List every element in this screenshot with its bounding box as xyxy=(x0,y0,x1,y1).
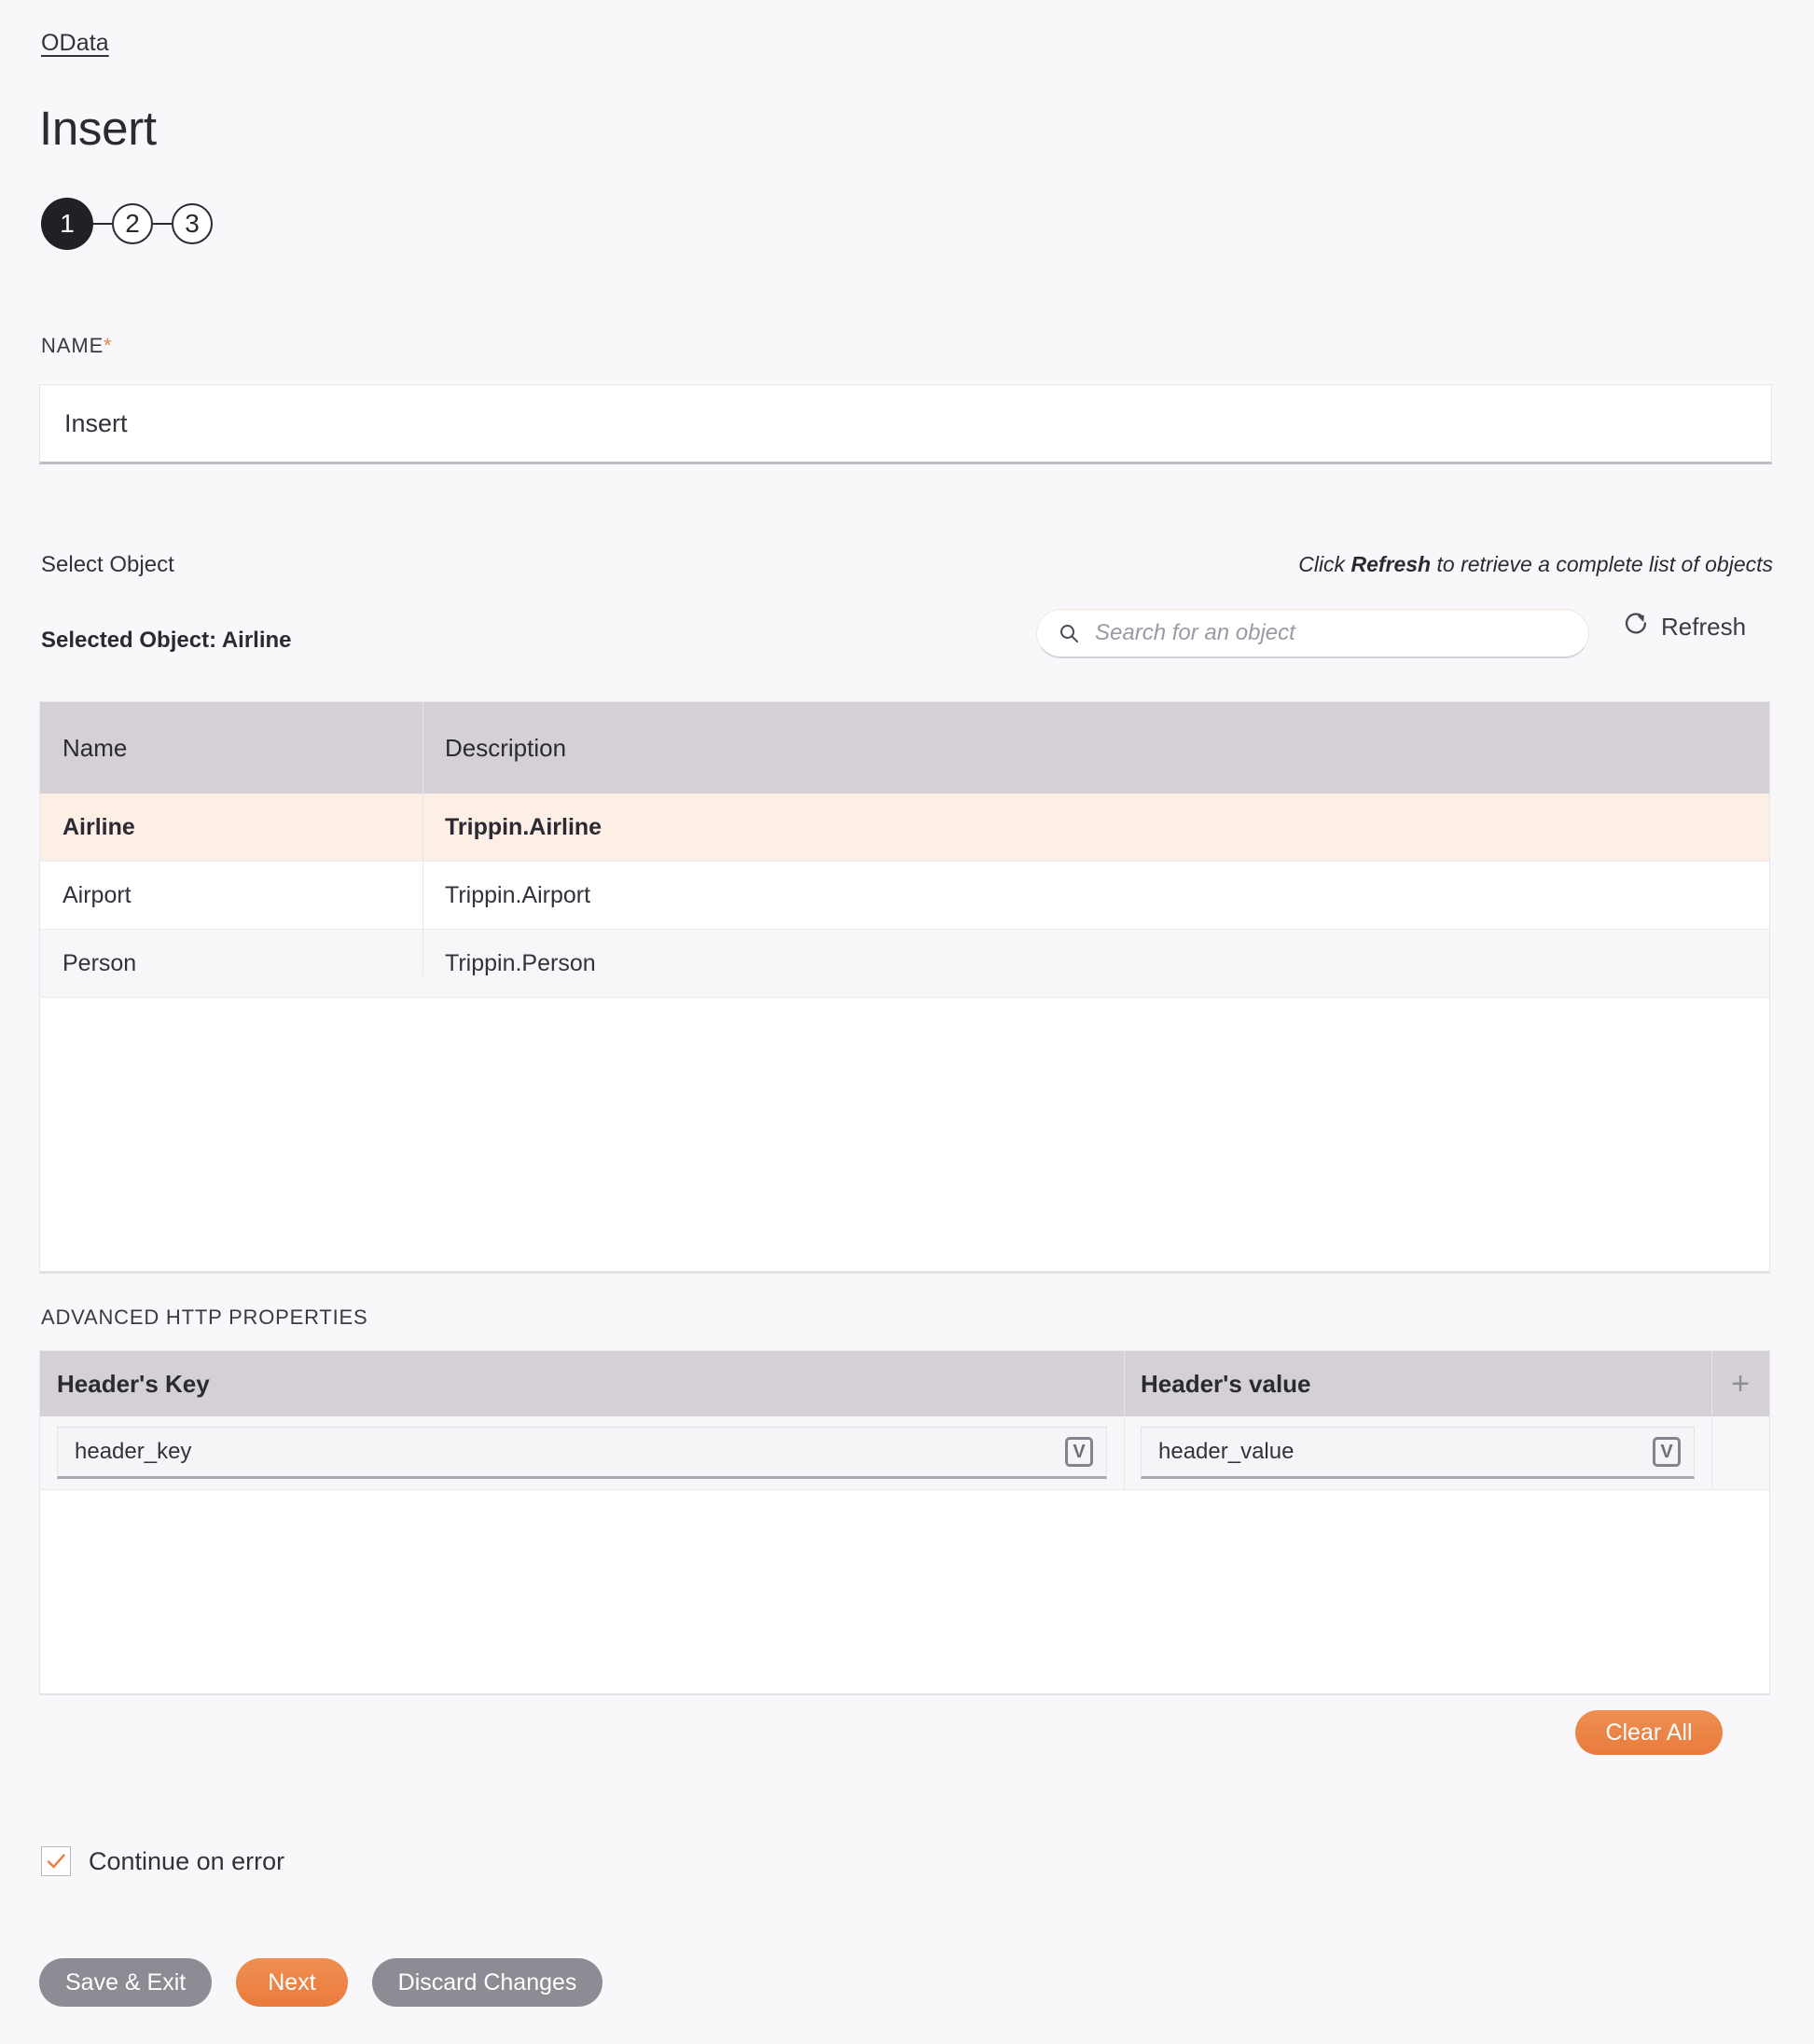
name-input-value: Insert xyxy=(64,408,128,437)
table-row[interactable]: Airport Trippin.Airport xyxy=(40,862,1769,930)
check-icon xyxy=(47,1854,65,1869)
http-table-row: header_key V header_value V xyxy=(40,1416,1769,1489)
hint-bold: Refresh xyxy=(1350,552,1432,576)
header-value-cell: header_value V xyxy=(1124,1427,1711,1479)
column-header-headers-value: Header's value xyxy=(1141,1369,1311,1398)
continue-on-error-checkbox[interactable] xyxy=(41,1846,71,1876)
header-key-value: header_key xyxy=(75,1439,192,1464)
header-value-input[interactable]: header_value V xyxy=(1141,1427,1695,1479)
refresh-button[interactable]: Refresh xyxy=(1623,611,1746,643)
step-indicator-3[interactable]: 3 xyxy=(172,203,213,244)
advanced-http-label: ADVANCED HTTP PROPERTIES xyxy=(41,1305,368,1329)
column-header-name: Name xyxy=(62,733,128,762)
continue-on-error-label: Continue on error xyxy=(89,1846,285,1875)
step-indicator-1[interactable]: 1 xyxy=(41,198,93,250)
next-button[interactable]: Next xyxy=(236,1958,348,2007)
refresh-label: Refresh xyxy=(1661,613,1747,641)
add-header-cell: + xyxy=(1711,1368,1769,1400)
breadcrumb-odata[interactable]: OData xyxy=(41,30,109,57)
http-table-header: Header's Key Header's value + xyxy=(40,1351,1769,1416)
row-name: Airline xyxy=(62,813,135,840)
step-connector-2-3 xyxy=(153,223,172,225)
footer-actions: Save & Exit Next Discard Changes xyxy=(39,1958,603,2007)
objects-table-header: Name Description xyxy=(40,702,1769,794)
search-input[interactable]: Search for an object xyxy=(1036,609,1589,658)
refresh-hint: Click Refresh to retrieve a complete lis… xyxy=(1298,552,1773,577)
column-header-headers-key: Header's Key xyxy=(57,1369,210,1398)
wizard-stepper: 1 2 3 xyxy=(41,198,213,250)
hint-prefix: Click xyxy=(1298,552,1351,576)
select-object-label: Select Object xyxy=(41,552,174,577)
save-and-exit-button[interactable]: Save & Exit xyxy=(39,1958,213,2007)
variable-picker-icon[interactable]: V xyxy=(1065,1437,1093,1467)
name-input[interactable]: Insert xyxy=(39,384,1772,464)
row-description: Trippin.Airport xyxy=(445,881,591,908)
objects-table: Name Description Airline Trippin.Airline… xyxy=(39,701,1770,1274)
hint-suffix: to retrieve a complete list of objects xyxy=(1431,552,1773,576)
selected-object-label: Selected Object: Airline xyxy=(41,628,292,653)
http-table-divider-1 xyxy=(1124,1351,1125,1489)
clear-all-button[interactable]: Clear All xyxy=(1575,1710,1723,1755)
discard-changes-button[interactable]: Discard Changes xyxy=(371,1958,603,2007)
row-description: Trippin.Person xyxy=(445,949,596,976)
required-asterisk: * xyxy=(104,334,113,357)
advanced-http-table: Header's Key Header's value + header_key… xyxy=(39,1350,1770,1695)
http-table-divider-2 xyxy=(1711,1351,1712,1489)
search-placeholder: Search for an object xyxy=(1095,620,1295,645)
table-row[interactable]: Airline Trippin.Airline xyxy=(40,794,1769,862)
search-icon xyxy=(1058,622,1080,644)
name-label-text: NAME xyxy=(41,334,104,357)
row-description: Trippin.Airline xyxy=(445,813,602,840)
header-value-value: header_value xyxy=(1158,1439,1295,1464)
header-key-input[interactable]: header_key V xyxy=(57,1427,1107,1479)
row-name: Person xyxy=(62,949,137,976)
step-connector-1-2 xyxy=(93,223,112,225)
table-row[interactable]: Person Trippin.Person xyxy=(40,930,1769,998)
variable-picker-icon[interactable]: V xyxy=(1653,1437,1681,1467)
http-table-empty-area xyxy=(40,1489,1769,1693)
insert-wizard-page: OData Insert 1 2 3 NAME* Insert Select O… xyxy=(0,0,1814,2044)
objects-table-column-divider xyxy=(422,702,423,975)
column-header-description: Description xyxy=(445,733,567,762)
header-key-cell: header_key V xyxy=(40,1427,1124,1479)
page-title: Insert xyxy=(39,102,157,155)
plus-icon[interactable]: + xyxy=(1731,1368,1750,1400)
name-field-label: NAME* xyxy=(41,334,113,358)
continue-on-error-row[interactable]: Continue on error xyxy=(41,1846,284,1876)
step-indicator-2[interactable]: 2 xyxy=(112,203,153,244)
refresh-icon xyxy=(1623,611,1649,643)
row-name: Airport xyxy=(62,881,132,908)
